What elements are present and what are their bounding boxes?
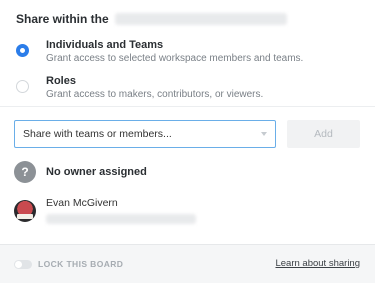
option-roles-description: Grant access to makers, contributors, or…: [46, 89, 264, 100]
option-individuals-teams-description: Grant access to selected workspace membe…: [46, 53, 304, 64]
workspace-name-redacted: [114, 13, 287, 25]
option-individuals-teams[interactable]: Individuals and Teams Grant access to se…: [16, 38, 303, 66]
radio-individuals-teams[interactable]: [16, 44, 29, 57]
lock-board-label: LOCK THIS BOARD: [38, 259, 124, 269]
option-roles[interactable]: Roles Grant access to makers, contributo…: [16, 74, 263, 102]
owner-label: No owner assigned: [46, 166, 147, 178]
avatar: [14, 200, 36, 222]
member-email-redacted: [46, 214, 196, 224]
share-with-select[interactable]: Share with teams or members...: [14, 120, 276, 148]
share-with-placeholder: Share with teams or members...: [23, 128, 172, 140]
option-roles-label: Roles: [46, 75, 76, 87]
member-name: Evan McGivern: [46, 197, 118, 209]
owner-row: ? No owner assigned: [14, 161, 147, 183]
member-row: Evan McGivern: [14, 197, 196, 224]
lock-board-toggle[interactable]: [14, 260, 32, 269]
question-icon: ?: [14, 161, 36, 183]
divider: [0, 106, 375, 107]
share-header: Share within the: [16, 12, 287, 26]
radio-roles[interactable]: [16, 80, 29, 93]
share-title: Share within the: [16, 12, 109, 26]
option-individuals-teams-label: Individuals and Teams: [46, 39, 164, 51]
chevron-down-icon: [261, 132, 267, 136]
add-button[interactable]: Add: [287, 120, 360, 148]
footer: LOCK THIS BOARD Learn about sharing: [0, 244, 375, 283]
learn-about-sharing-link[interactable]: Learn about sharing: [275, 258, 360, 269]
